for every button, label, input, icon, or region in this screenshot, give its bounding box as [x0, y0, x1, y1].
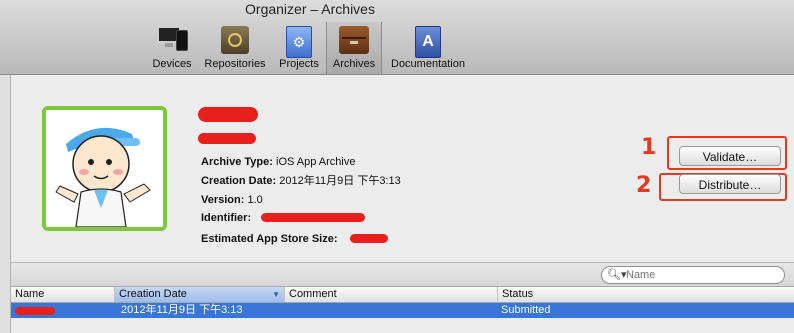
redacted-app-name [198, 107, 258, 122]
column-header-name[interactable]: Name [11, 287, 115, 302]
repositories-icon [221, 26, 249, 54]
archive-detail: Archive Type: iOS App Archive Creation D… [11, 75, 794, 261]
row-status: Submitted [501, 304, 551, 316]
window-toolbar: Organizer – Archives Devices Repositorie… [0, 0, 794, 75]
redacted-size [350, 234, 388, 243]
redacted-app-subtitle [198, 133, 256, 144]
app-icon-image [46, 110, 163, 227]
column-header-creation-date-label: Creation Date [119, 288, 187, 300]
identifier-label: Identifier: [201, 212, 252, 224]
archive-type: Archive Type: iOS App Archive [201, 155, 356, 169]
column-header-status[interactable]: Status [498, 287, 794, 302]
filter-bar: 🔍︎▾ [11, 262, 794, 287]
estimated-size: Estimated App Store Size: [201, 232, 338, 246]
redacted-archive-name [15, 307, 55, 315]
creation-date-label: Creation Date: [201, 175, 277, 187]
toolbar-repositories[interactable]: Repositories [200, 22, 270, 74]
column-header-creation-date[interactable]: Creation Date ▼ [115, 287, 285, 302]
search-icon: 🔍︎▾ [607, 269, 627, 281]
version: Version: 1.0 [201, 193, 263, 207]
toolbar-archives-label: Archives [332, 58, 376, 70]
toolbar-repositories-label: Repositories [204, 58, 266, 70]
validate-button[interactable]: Validate… [679, 146, 781, 166]
sort-descending-icon: ▼ [272, 290, 280, 299]
toolbar-documentation[interactable]: A Documentation [384, 22, 472, 74]
distribute-button[interactable]: Distribute… [679, 174, 781, 194]
column-header-comment[interactable]: Comment [285, 287, 498, 302]
toolbar-archives[interactable]: Archives [326, 22, 382, 74]
creation-date: Creation Date: 2012年11月9日 下午3:13 [201, 174, 401, 188]
documentation-icon: A [415, 26, 441, 58]
annotation-number-1: 1 [641, 135, 657, 160]
annotation-number-2: 2 [636, 173, 652, 198]
version-value: 1.0 [247, 194, 263, 206]
archive-type-value: iOS App Archive [276, 156, 356, 168]
row-comment [285, 303, 498, 318]
search-field[interactable]: 🔍︎▾ [601, 266, 785, 284]
app-icon [42, 106, 167, 231]
window-title: Organizer – Archives [245, 1, 375, 17]
archives-table-header: Name Creation Date ▼ Comment Status [11, 287, 794, 303]
devices-icon [157, 26, 188, 51]
projects-icon: ⚙ [286, 26, 312, 58]
redacted-identifier [261, 213, 365, 222]
toolbar-projects[interactable]: ⚙ Projects [273, 22, 325, 74]
version-label: Version: [201, 194, 245, 206]
toolbar-devices[interactable]: Devices [146, 22, 198, 74]
archives-icon [339, 26, 369, 54]
identifier: Identifier: [201, 211, 251, 225]
table-row[interactable]: 2012年11月9日 下午3:13 Submitted [11, 303, 794, 318]
left-sidebar-edge [0, 75, 11, 333]
toolbar-devices-label: Devices [152, 58, 192, 70]
archive-type-label: Archive Type: [201, 156, 273, 168]
creation-date-value: 2012年11月9日 下午3:13 [279, 175, 401, 187]
estimated-size-label: Estimated App Store Size: [201, 233, 338, 245]
toolbar-documentation-label: Documentation [391, 58, 465, 70]
search-input[interactable] [626, 267, 776, 283]
row-creation-date: 2012年11月9日 下午3:13 [121, 304, 243, 316]
toolbar-projects-label: Projects [279, 58, 319, 70]
